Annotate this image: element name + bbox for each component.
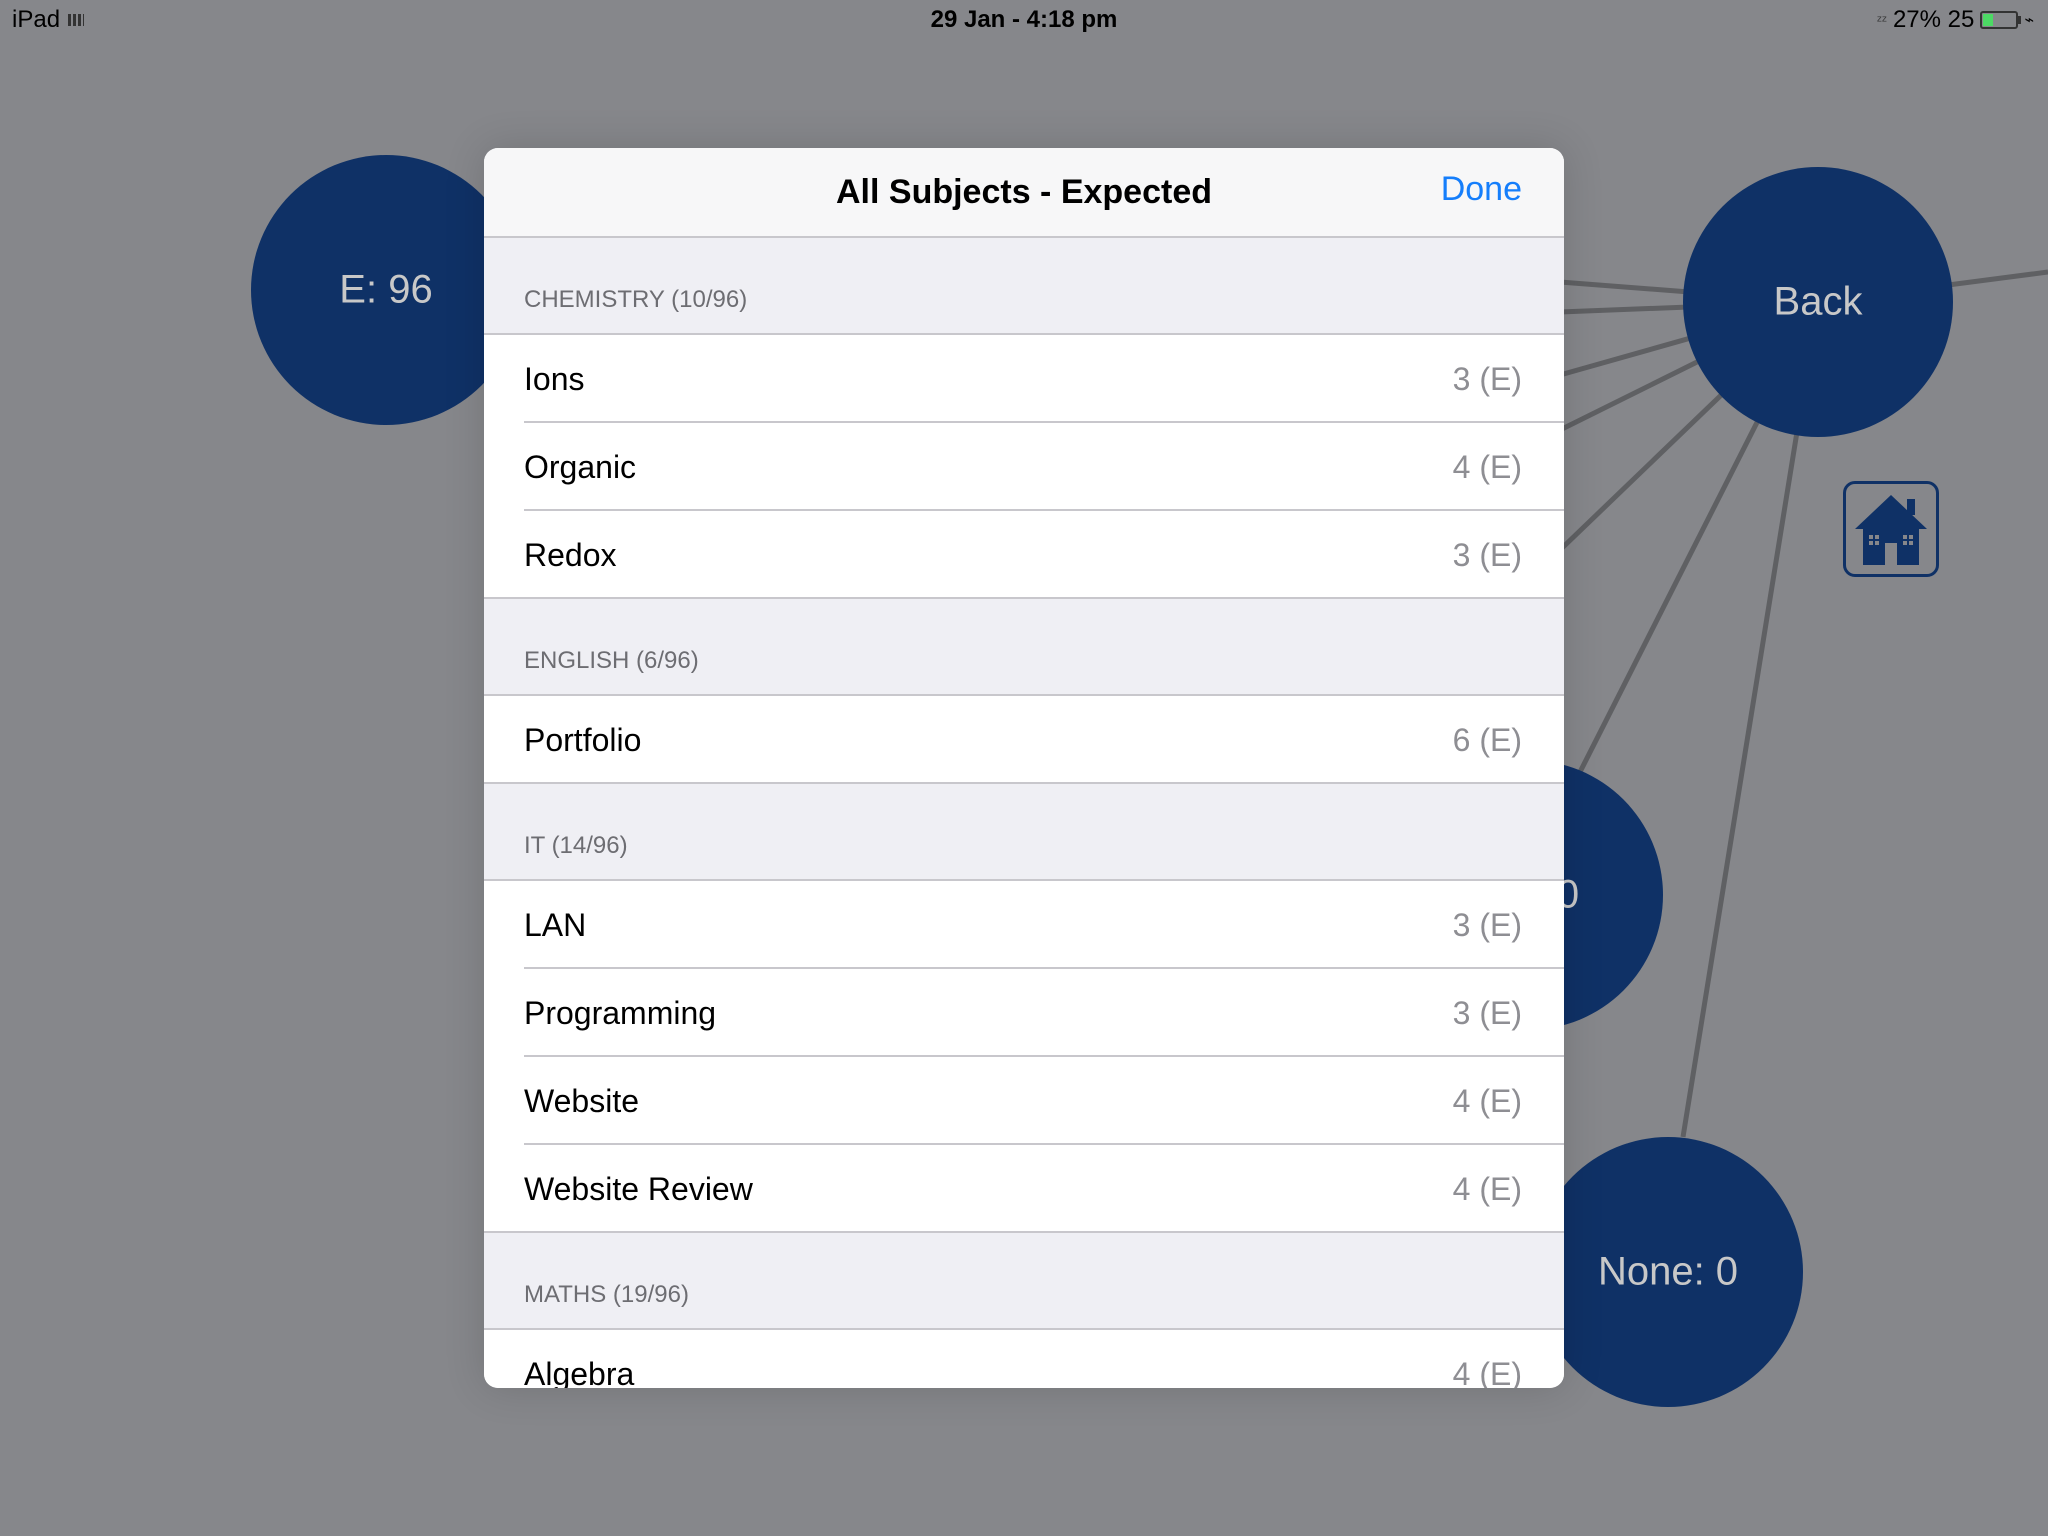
done-button[interactable]: Done <box>1441 170 1522 209</box>
section-header: CHEMISTRY (10/96) <box>484 238 1564 335</box>
list-item-value: 4 (E) <box>1452 1170 1522 1207</box>
list-item-label: Organic <box>524 448 637 485</box>
row-separator <box>484 782 1564 784</box>
list-item-label: Website <box>524 1082 640 1119</box>
list-item-label: LAN <box>524 906 587 943</box>
list-item-label: Programming <box>524 994 717 1031</box>
list-item[interactable]: Algebra 4 (E) <box>484 1330 1564 1388</box>
modal-title: All Subjects - Expected <box>836 172 1212 211</box>
subjects-modal: All Subjects - Expected Done CHEMISTRY (… <box>484 148 1564 1388</box>
list-item-label: Ions <box>524 360 585 397</box>
list-item[interactable]: Ions 3 (E) <box>484 335 1564 423</box>
list-item-value: 3 (E) <box>1452 906 1522 943</box>
expected-node-label[interactable]: E: 96 <box>339 268 432 313</box>
home-button[interactable] <box>1843 481 1939 577</box>
section-header: ENGLISH (6/96) <box>484 599 1564 696</box>
section-header: IT (14/96) <box>484 784 1564 881</box>
list-item-label: Algebra <box>524 1355 635 1389</box>
list-item-value: 3 (E) <box>1452 360 1522 397</box>
list-item-value: 6 (E) <box>1452 721 1522 758</box>
row-separator <box>484 597 1564 599</box>
list-item-value: 4 (E) <box>1452 1082 1522 1119</box>
none-node-label[interactable]: None: 0 <box>1598 1250 1738 1295</box>
list-item-value: 4 (E) <box>1452 1355 1522 1389</box>
list-item[interactable]: Redox 3 (E) <box>484 511 1564 599</box>
list-item-value: 4 (E) <box>1452 448 1522 485</box>
list-item[interactable]: Programming 3 (E) <box>484 969 1564 1057</box>
list-item-value: 3 (E) <box>1452 994 1522 1031</box>
list-item[interactable]: Website Review 4 (E) <box>484 1145 1564 1233</box>
list-item-label: Portfolio <box>524 721 642 758</box>
back-node-label[interactable]: Back <box>1774 280 1863 325</box>
house-icon <box>1855 495 1927 565</box>
list-item-label: Redox <box>524 536 617 573</box>
modal-nav-bar: All Subjects - Expected Done <box>484 148 1564 238</box>
list-item[interactable]: Website 4 (E) <box>484 1057 1564 1145</box>
list-item[interactable]: Portfolio 6 (E) <box>484 696 1564 784</box>
section-header: MATHS (19/96) <box>484 1233 1564 1330</box>
list-item-value: 3 (E) <box>1452 536 1522 573</box>
list-item[interactable]: Organic 4 (E) <box>484 423 1564 511</box>
list-item-label: Website Review <box>524 1170 753 1207</box>
row-separator <box>484 1231 1564 1233</box>
list-item[interactable]: LAN 3 (E) <box>484 881 1564 969</box>
subject-list[interactable]: CHEMISTRY (10/96) Ions 3 (E) Organic 4 (E) Re… <box>484 238 1564 1388</box>
